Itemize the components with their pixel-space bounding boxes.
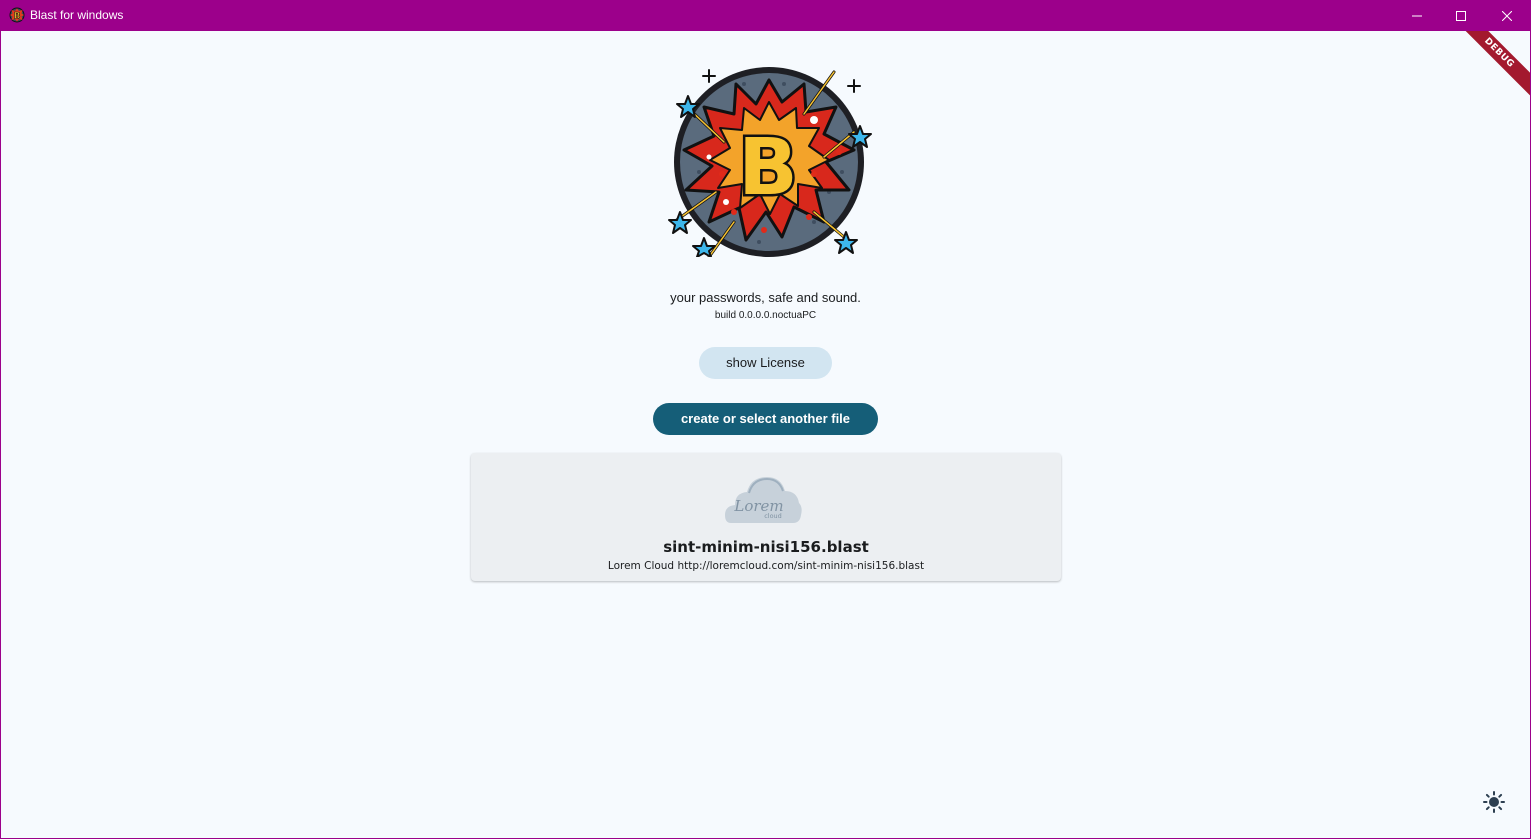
tagline: your passwords, safe and sound. — [670, 290, 861, 305]
maximize-icon — [1456, 10, 1466, 21]
show-license-button[interactable]: show License — [699, 347, 832, 379]
file-name: sint-minim-nisi156.blast — [663, 538, 869, 556]
app-icon: B — [9, 7, 25, 23]
app-window: B Blast for windows DEBUG B your passwor… — [0, 0, 1531, 839]
blast-logo: B — [668, 67, 872, 257]
theme-toggle-button[interactable] — [1481, 789, 1507, 815]
close-icon — [1502, 10, 1512, 21]
create-or-select-file-button[interactable]: create or select another file — [653, 403, 878, 435]
minimize-button[interactable] — [1394, 0, 1440, 31]
debug-banner: DEBUG — [1447, 31, 1530, 105]
minimize-icon — [1412, 15, 1422, 16]
maximize-button[interactable] — [1438, 0, 1484, 31]
brightness-icon — [1483, 791, 1505, 813]
cloud-provider-logo: Lorem cloud — [725, 477, 802, 523]
logo-letter: B — [738, 123, 797, 213]
cloud-logo-subtext: cloud — [764, 512, 782, 520]
build-version: build 0.0.0.0.noctuaPC — [714, 310, 817, 321]
svg-text:B: B — [14, 12, 21, 22]
close-button[interactable] — [1484, 0, 1530, 31]
file-location: Lorem Cloud http://loremcloud.com/sint-m… — [607, 560, 925, 572]
recent-file-card[interactable]: Lorem cloud sint-minim-nisi156.blast Lor… — [471, 453, 1061, 581]
window-title: Blast for windows — [30, 8, 124, 22]
main-content: DEBUG B your passwords, safe and sound. … — [1, 31, 1530, 838]
title-bar[interactable]: B Blast for windows — [0, 0, 1531, 31]
